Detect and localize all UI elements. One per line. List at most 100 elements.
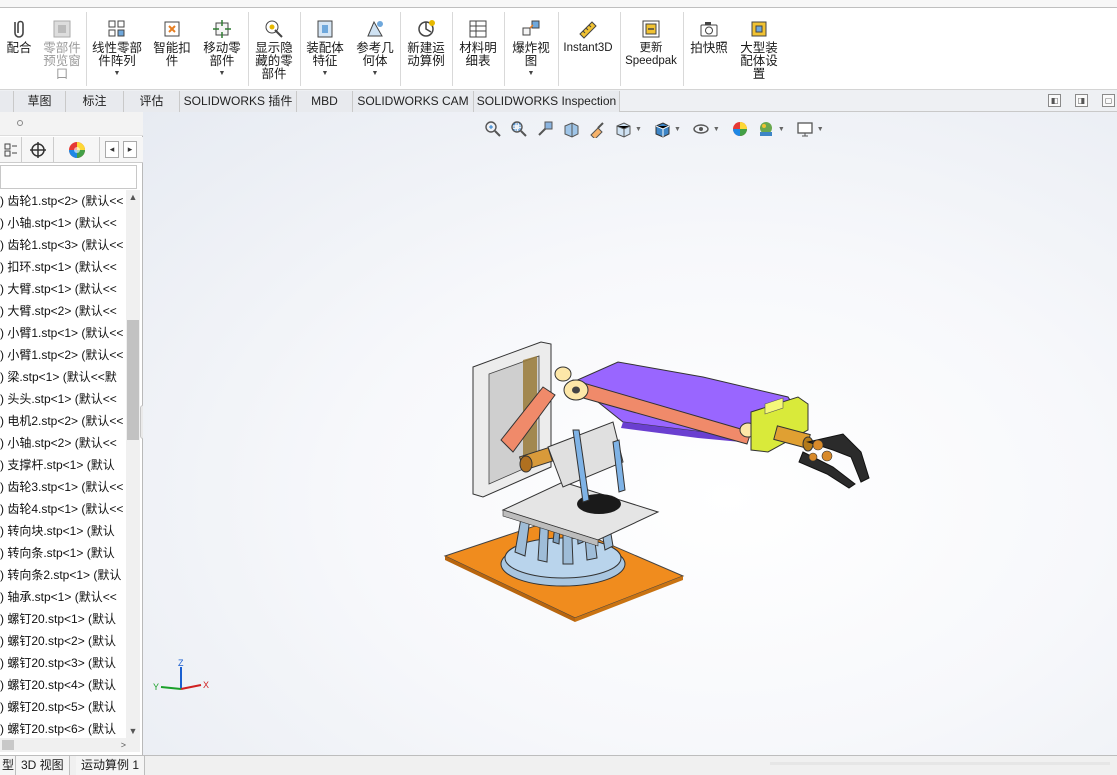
bill-of-materials-button[interactable]: 材料明 细表: [454, 10, 502, 90]
tree-item[interactable]: ) 小臂1.stp<2> (默认<<: [0, 344, 126, 366]
restore-window-icon[interactable]: ▢: [1102, 94, 1115, 107]
blue-link-right[interactable]: [612, 439, 626, 493]
tree-item[interactable]: ) 头头.stp<1> (默认<<: [0, 388, 126, 410]
assembly-feature-button[interactable]: 装配体 特征 ▼: [302, 10, 348, 90]
exploded-view-icon: [522, 20, 540, 36]
tree-item[interactable]: ) 螺钉20.stp<3> (默认: [0, 652, 126, 674]
move-component-dropdown-icon[interactable]: ▼: [219, 70, 226, 77]
tab-scroll-right-icon[interactable]: ▸: [123, 141, 137, 158]
tree-item[interactable]: ) 梁.stp<1> (默认<<默: [0, 366, 126, 388]
mate-paperclip-icon: [14, 20, 24, 38]
linear-pattern-button[interactable]: 线性零部 件阵列 ▼: [88, 10, 146, 90]
feature-tree-vertical-scrollbar[interactable]: ▲ ▼: [126, 190, 140, 738]
move-component-icon: [213, 20, 231, 38]
hscroll-thumb[interactable]: [2, 740, 14, 750]
move-component-button[interactable]: 移动零 部件 ▼: [198, 10, 246, 90]
large-assembly-icon: [751, 21, 767, 37]
tab-3d-view[interactable]: 3D 视图: [16, 756, 70, 775]
scroll-thumb[interactable]: [127, 320, 139, 440]
elbow-pin: [572, 386, 580, 394]
display-manager-tab[interactable]: [54, 137, 100, 163]
tab-solidworks-inspection[interactable]: SOLIDWORKS Inspection: [474, 91, 620, 112]
tree-item[interactable]: ) 电机2.stp<2> (默认<<: [0, 410, 126, 432]
tree-item[interactable]: ) 扣环.stp<1> (默认<<: [0, 256, 126, 278]
tree-item[interactable]: ) 大臂.stp<2> (默认<<: [0, 300, 126, 322]
scroll-right-icon[interactable]: >: [121, 738, 126, 752]
instant3d-button[interactable]: Instant3D: [560, 10, 616, 90]
large-assembly-label: 大型装 配体设 置: [740, 41, 778, 81]
tree-item[interactable]: ) 支撑杆.stp<1> (默认: [0, 454, 126, 476]
new-motion-study-icon: [418, 20, 435, 37]
exploded-view-dropdown-icon[interactable]: ▼: [528, 70, 535, 77]
take-snapshot-button[interactable]: 拍快照: [686, 10, 732, 90]
tree-item[interactable]: ) 齿轮3.stp<1> (默认<<: [0, 476, 126, 498]
graphics-area[interactable]: ▼ ▼ ▼ ▼ ▼ Z X Y: [143, 112, 1117, 755]
panel-tabs: ◂ ▸: [0, 137, 143, 163]
tree-item[interactable]: ) 螺钉20.stp<4> (默认: [0, 674, 126, 696]
ribbon-separator: [683, 12, 684, 86]
collapse-right-icon[interactable]: ◨: [1075, 94, 1088, 107]
component-preview-button[interactable]: 零部件 预览窗 口: [40, 10, 84, 90]
tree-item[interactable]: ) 齿轮1.stp<3> (默认<<: [0, 234, 126, 256]
bill-of-materials-icon: [469, 20, 487, 38]
tab-assembly[interactable]: [0, 91, 14, 112]
assembly-feature-dropdown-icon[interactable]: ▼: [322, 70, 329, 77]
tree-item[interactable]: ) 螺钉20.stp<2> (默认: [0, 630, 126, 652]
smart-fastener-button[interactable]: 智能扣 件: [150, 10, 194, 90]
tab-solidworks-addins[interactable]: SOLIDWORKS 插件: [180, 91, 297, 112]
command-manager-tabs: 草图 标注 评估 SOLIDWORKS 插件 MBD SOLIDWORKS CA…: [0, 90, 1117, 112]
scroll-up-icon[interactable]: ▲: [126, 190, 140, 204]
mate-button[interactable]: 配合: [4, 10, 34, 90]
exploded-view-button[interactable]: 爆炸视 图 ▼: [506, 10, 556, 90]
tab-sketch[interactable]: 草图: [14, 91, 66, 112]
property-manager-tab[interactable]: [0, 137, 22, 163]
robot-arm-assembly-model[interactable]: [143, 112, 1117, 755]
property-manager-icon: [4, 143, 17, 157]
ribbon-separator: [504, 12, 505, 86]
scroll-down-icon[interactable]: ▼: [126, 724, 140, 738]
smart-fastener-icon: [164, 21, 180, 37]
assembly-feature-label: 装配体 特征: [306, 41, 344, 68]
tree-item[interactable]: ) 小轴.stp<1> (默认<<: [0, 212, 126, 234]
triad-y-axis: [160, 686, 182, 690]
tree-item[interactable]: ) 转向条.stp<1> (默认: [0, 542, 126, 564]
gripper-fingers[interactable]: [798, 433, 870, 489]
status-strip: [770, 762, 1110, 765]
panel-grip[interactable]: [0, 112, 143, 136]
feature-tree-filter-input[interactable]: [0, 165, 137, 189]
update-speedpak-button[interactable]: 更新 Speedpak: [622, 10, 680, 90]
tab-model[interactable]: 型: [0, 756, 16, 775]
tree-item[interactable]: ) 小臂1.stp<1> (默认<<: [0, 322, 126, 344]
feature-tree-horizontal-scrollbar[interactable]: >: [0, 738, 140, 752]
show-hidden-components-button[interactable]: 显示隐 藏的零 部件: [250, 10, 298, 90]
tree-item[interactable]: ) 轴承.stp<1> (默认<<: [0, 586, 126, 608]
mate-label: 配合: [6, 41, 32, 55]
large-assembly-settings-button[interactable]: 大型装 配体设 置: [736, 10, 782, 90]
tab-solidworks-cam[interactable]: SOLIDWORKS CAM: [353, 91, 474, 112]
tree-item[interactable]: ) 螺钉20.stp<5> (默认: [0, 696, 126, 718]
tab-evaluate[interactable]: 评估: [124, 91, 180, 112]
tab-markup[interactable]: 标注: [66, 91, 124, 112]
tree-item[interactable]: ) 螺钉20.stp<1> (默认: [0, 608, 126, 630]
reference-geometry-button[interactable]: 参考几 何体 ▼: [352, 10, 398, 90]
triad-x-label: X: [203, 680, 209, 690]
tree-item[interactable]: ) 小轴.stp<2> (默认<<: [0, 432, 126, 454]
tree-item[interactable]: ) 大臂.stp<1> (默认<<: [0, 278, 126, 300]
tree-item[interactable]: ) 齿轮4.stp<1> (默认<<: [0, 498, 126, 520]
update-speedpak-label: 更新 Speedpak: [625, 42, 677, 67]
reference-geometry-dropdown-icon[interactable]: ▼: [372, 70, 379, 77]
linear-pattern-icon: [108, 20, 125, 37]
collapse-left-icon[interactable]: ◧: [1048, 94, 1061, 107]
linear-pattern-dropdown-icon[interactable]: ▼: [114, 70, 121, 77]
tree-item[interactable]: ) 转向条2.stp<1> (默认: [0, 564, 126, 586]
new-motion-study-button[interactable]: 新建运 动算例: [402, 10, 450, 90]
tab-motion-study-1[interactable]: 运动算例 1: [76, 756, 146, 775]
tree-item[interactable]: ) 齿轮1.stp<2> (默认<<: [0, 190, 126, 212]
tree-item[interactable]: ) 转向块.stp<1> (默认: [0, 520, 126, 542]
tree-item[interactable]: ) 螺钉20.stp<6> (默认: [0, 718, 126, 738]
reference-geometry-label: 参考几 何体: [356, 41, 394, 68]
speedpak-icon: [642, 20, 660, 38]
tab-scroll-left-icon[interactable]: ◂: [105, 141, 119, 158]
configuration-manager-tab[interactable]: [22, 137, 54, 163]
tab-mbd[interactable]: MBD: [297, 91, 353, 112]
